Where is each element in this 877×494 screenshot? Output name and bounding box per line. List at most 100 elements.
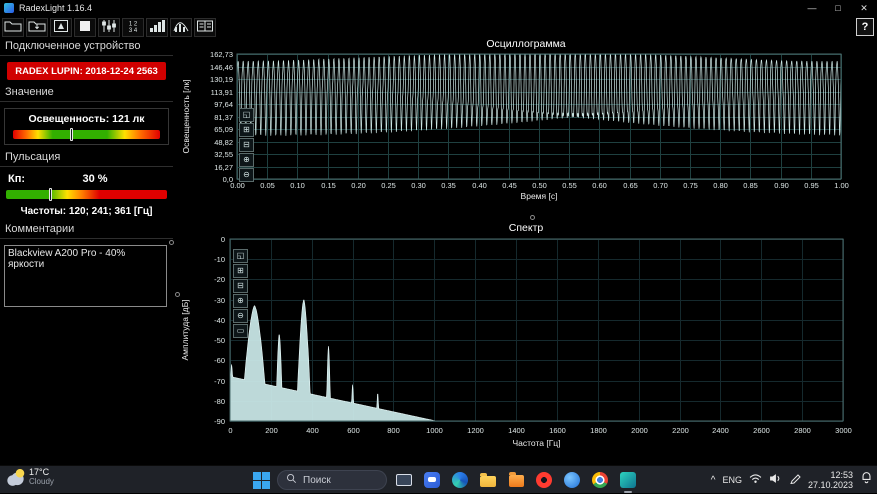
taskbar-app-chat[interactable] bbox=[421, 469, 443, 491]
volume-icon[interactable] bbox=[769, 471, 782, 489]
language-indicator[interactable]: ENG bbox=[722, 475, 742, 485]
select-zoom-tool-button[interactable]: ◱ bbox=[233, 249, 248, 263]
search-input[interactable]: Поиск bbox=[277, 470, 387, 490]
svg-text:32,55: 32,55 bbox=[214, 150, 233, 159]
svg-text:0.30: 0.30 bbox=[411, 181, 426, 190]
taskbar-app-file-explorer[interactable] bbox=[477, 469, 499, 491]
svg-text:-80: -80 bbox=[214, 397, 225, 406]
wifi-icon[interactable] bbox=[749, 471, 762, 489]
zoom-x-in-tool-button[interactable]: ⊞ bbox=[239, 123, 254, 137]
svg-text:0.70: 0.70 bbox=[653, 181, 668, 190]
start-button[interactable] bbox=[251, 470, 271, 490]
zoom-out-tool-button[interactable]: ⊖ bbox=[239, 168, 254, 182]
svg-text:0.10: 0.10 bbox=[290, 181, 305, 190]
taskbar-app-blue-browser[interactable] bbox=[561, 469, 583, 491]
svg-text:113,91: 113,91 bbox=[211, 88, 233, 97]
svg-text:3 4: 3 4 bbox=[129, 28, 138, 33]
svg-text:-20: -20 bbox=[214, 275, 225, 284]
zoom-x-in-tool-button[interactable]: ⊞ bbox=[233, 264, 248, 278]
help-button[interactable]: ? bbox=[856, 18, 874, 36]
split-panes-icon bbox=[196, 19, 214, 36]
svg-text:Амплитуда [дБ]: Амплитуда [дБ] bbox=[180, 299, 190, 360]
splitter-handle-icon[interactable] bbox=[530, 215, 535, 220]
zoom-out-tool-button[interactable]: ⊖ bbox=[233, 309, 248, 323]
svg-text:0.65: 0.65 bbox=[623, 181, 638, 190]
taskbar: 17°C Cloudy Поиск ^ ENG 12:53 27.10.2023 bbox=[0, 465, 877, 493]
numbers-1234-icon: 1 23 4 bbox=[124, 19, 142, 36]
oscillogram-chart[interactable]: Осциллограмма 162,73 146,46 130,19 113,91 97… bbox=[175, 38, 877, 213]
select-zoom-tool-button[interactable]: ◱ bbox=[239, 108, 254, 122]
chart-splitter[interactable] bbox=[175, 213, 877, 222]
panel-splitter-handle-icon[interactable] bbox=[175, 292, 180, 297]
zoom-x-out-tool-button[interactable]: ⊟ bbox=[239, 138, 254, 152]
taskbar-app-edge[interactable] bbox=[449, 469, 471, 491]
svg-text:0.15: 0.15 bbox=[321, 181, 336, 190]
comments-input[interactable]: Blackview A200 Pro - 40% яркости bbox=[4, 245, 167, 307]
taskbar-app-office[interactable] bbox=[505, 469, 527, 491]
zoom-in-tool-button[interactable]: ⊕ bbox=[233, 294, 248, 308]
svg-text:Частота [Гц]: Частота [Гц] bbox=[512, 438, 560, 448]
save-file-button[interactable] bbox=[26, 17, 48, 37]
notification-bell-icon[interactable] bbox=[860, 471, 873, 489]
svg-text:-30: -30 bbox=[214, 296, 225, 305]
white-square-icon bbox=[76, 19, 94, 36]
charts-area: Осциллограмма 162,73 146,46 130,19 113,91 97… bbox=[175, 38, 877, 465]
svg-text:0.20: 0.20 bbox=[351, 181, 366, 190]
zoom-in-tool-button[interactable]: ⊕ bbox=[239, 153, 254, 167]
maximize-button[interactable]: □ bbox=[825, 0, 851, 16]
spectrum-plot[interactable]: 0-10-20-30-40-50-60-70-80-900 200 400 600 80… bbox=[175, 235, 877, 462]
minimize-button[interactable]: — bbox=[799, 0, 825, 16]
clock[interactable]: 12:53 27.10.2023 bbox=[808, 470, 853, 491]
illuminance-gauge bbox=[13, 128, 160, 141]
svg-text:1400: 1400 bbox=[508, 426, 525, 435]
svg-text:81,37: 81,37 bbox=[214, 113, 233, 122]
svg-text:0.95: 0.95 bbox=[804, 181, 819, 190]
spectrum-title: Спектр bbox=[508, 222, 544, 234]
svg-text:48,82: 48,82 bbox=[214, 138, 233, 147]
taskbar-app-monitor[interactable] bbox=[393, 469, 415, 491]
svg-text:1600: 1600 bbox=[549, 426, 566, 435]
panel-splitter-handle-icon[interactable] bbox=[169, 240, 174, 245]
export-report-button[interactable] bbox=[50, 17, 72, 37]
open-file-button[interactable] bbox=[2, 17, 24, 37]
oscillogram-plot[interactable]: 162,73 146,46 130,19 113,91 97,64 81,37 65,09 4… bbox=[175, 51, 877, 209]
taskbar-app-opera[interactable] bbox=[533, 469, 555, 491]
titlebar[interactable]: RadexLight 1.16.4 — □ ✕ bbox=[0, 0, 877, 16]
svg-text:162,73: 162,73 bbox=[210, 51, 233, 59]
tray-expand-button[interactable]: ^ bbox=[711, 475, 716, 486]
weather-condition: Cloudy bbox=[29, 476, 54, 486]
svg-text:400: 400 bbox=[306, 426, 319, 435]
split-view-button[interactable] bbox=[194, 17, 216, 37]
svg-text:1 2: 1 2 bbox=[129, 21, 138, 27]
svg-text:16,27: 16,27 bbox=[214, 163, 233, 172]
channels-1234-button[interactable]: 1 23 4 bbox=[122, 17, 144, 37]
svg-text:0.60: 0.60 bbox=[592, 181, 607, 190]
svg-text:2000: 2000 bbox=[631, 426, 648, 435]
levels-button[interactable] bbox=[98, 17, 120, 37]
svg-text:1200: 1200 bbox=[467, 426, 484, 435]
taskbar-app-radexlight[interactable] bbox=[617, 469, 639, 493]
taskbar-app-chrome[interactable] bbox=[589, 469, 611, 491]
color-scheme-button[interactable] bbox=[74, 17, 96, 37]
tray-date: 27.10.2023 bbox=[807, 480, 853, 490]
spectrum-chart[interactable]: Спектр 0 -10 -20 -30 -40 -50 -60 -70 -80 -90 0 200 4… bbox=[175, 222, 877, 461]
svg-text:0: 0 bbox=[228, 426, 232, 435]
svg-text:2400: 2400 bbox=[712, 426, 729, 435]
pulsation-gauge bbox=[6, 188, 167, 201]
zoom-x-out-tool-button[interactable]: ⊟ bbox=[233, 279, 248, 293]
svg-text:Время [с]: Время [с] bbox=[521, 191, 558, 201]
histogram-button[interactable] bbox=[170, 17, 192, 37]
windows-logo-icon bbox=[252, 471, 261, 480]
open-folder-icon bbox=[4, 19, 22, 36]
sliders-icon bbox=[100, 19, 118, 36]
svg-text:-60: -60 bbox=[214, 356, 225, 365]
pen-icon[interactable] bbox=[789, 471, 801, 489]
illuminance-value: Освещенность: 121 лк bbox=[28, 113, 145, 125]
bar-chart-button[interactable] bbox=[146, 17, 168, 37]
pan-tool-button[interactable]: ▭ bbox=[233, 324, 248, 338]
svg-text:0.75: 0.75 bbox=[683, 181, 698, 190]
close-button[interactable]: ✕ bbox=[851, 0, 877, 16]
pulsation-marker bbox=[49, 188, 53, 201]
widgets-button[interactable]: 17°C Cloudy bbox=[5, 467, 54, 487]
svg-text:600: 600 bbox=[347, 426, 360, 435]
